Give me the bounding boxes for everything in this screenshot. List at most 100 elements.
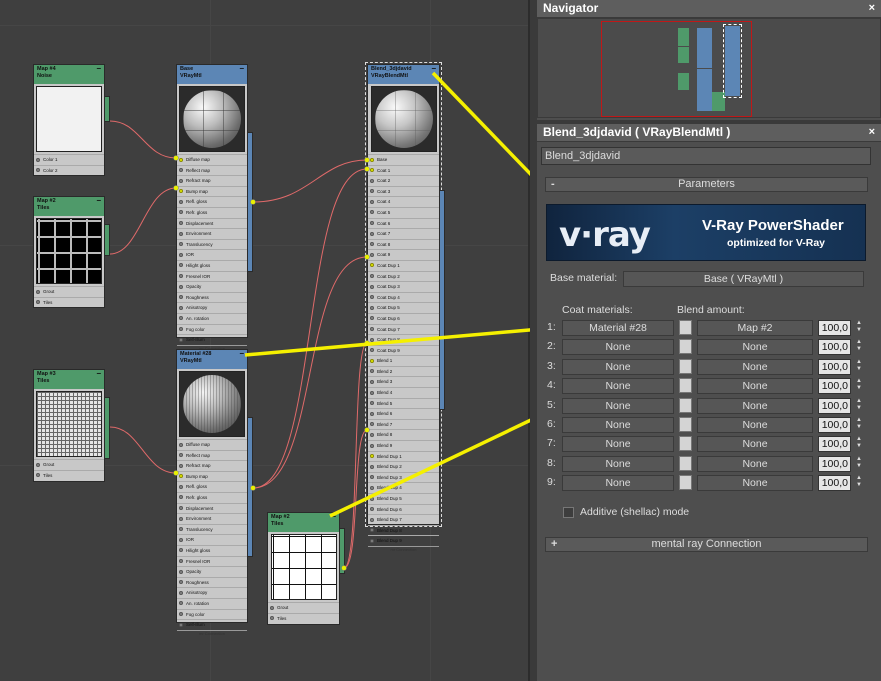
coat-color-swatch[interactable]: [679, 397, 692, 413]
base-material-button[interactable]: Base ( VRayMtl ): [623, 271, 864, 287]
spinner-arrows-icon[interactable]: ▲ ▼: [855, 417, 863, 433]
node-header[interactable]: Base VRayMtl −: [177, 65, 247, 84]
minimize-icon[interactable]: −: [96, 197, 101, 205]
slate-view-canvas[interactable]: Map #4 Noise − Color 1 Color 2 Map #2 Tiles…: [0, 0, 530, 681]
slot-hilight-gloss[interactable]: Hilight gloss: [177, 544, 247, 556]
slot-anisotropy[interactable]: Anisotropy: [177, 587, 247, 598]
output-port[interactable]: [104, 96, 110, 122]
coat-material-button[interactable]: None: [562, 378, 674, 395]
slot-blend-8[interactable]: Blend 8: [368, 429, 439, 440]
close-icon[interactable]: ×: [869, 124, 875, 141]
coat-color-swatch[interactable]: [679, 436, 692, 452]
slot-blend-7[interactable]: Blend 7: [368, 418, 439, 430]
slot-coat-7[interactable]: Coat 7: [368, 228, 439, 239]
node-header[interactable]: Map #2 Tiles −: [268, 513, 339, 532]
additive-checkbox[interactable]: [563, 507, 574, 518]
blend-amount-map-button[interactable]: None: [697, 358, 813, 375]
minimize-icon[interactable]: −: [239, 350, 244, 358]
coat-material-button[interactable]: None: [562, 475, 674, 492]
slot-blend-4[interactable]: Blend 4: [368, 387, 439, 398]
slot-refr-gloss[interactable]: Refr. gloss: [177, 491, 247, 503]
slot-refract-map[interactable]: Refract map: [177, 175, 247, 186]
slot-blend-dup-4[interactable]: Blend Dup 4: [368, 482, 439, 493]
output-port[interactable]: [104, 397, 110, 459]
blend-amount-spinner[interactable]: 100,0: [818, 378, 851, 395]
node-header[interactable]: Map #3 Tiles −: [34, 370, 104, 389]
slot-blend-dup-2[interactable]: Blend Dup 2: [368, 461, 439, 472]
output-port[interactable]: [339, 528, 345, 574]
blend-amount-spinner[interactable]: 100,0: [818, 397, 851, 414]
coat-color-swatch[interactable]: [679, 320, 692, 335]
slot-coat-2[interactable]: Coat 2: [368, 175, 439, 186]
slot-refl-gloss[interactable]: Refl. gloss: [177, 481, 247, 492]
slot-displacement[interactable]: Displacement: [177, 502, 247, 514]
coat-color-swatch[interactable]: [679, 455, 692, 471]
slot-an-rotation[interactable]: An. rotation: [177, 597, 247, 609]
blend-amount-spinner[interactable]: 100,0: [818, 339, 851, 356]
slot-tiles[interactable]: Tiles: [34, 469, 104, 481]
slot-blend-dup-8[interactable]: Blend Dup 8: [368, 524, 439, 536]
node-map2-tiles[interactable]: Map #2 Tiles − Grout Tiles: [33, 196, 105, 308]
slot-blend-dup-6[interactable]: Blend Dup 6: [368, 503, 439, 515]
mental-ray-rollout[interactable]: + mental ray Connection: [545, 537, 868, 552]
node-map3-tiles[interactable]: Map #3 Tiles − Grout Tiles: [33, 369, 105, 482]
slot-blend-dup-5[interactable]: Blend Dup 5: [368, 493, 439, 504]
minimize-icon[interactable]: −: [431, 65, 436, 73]
coat-material-button[interactable]: None: [562, 455, 674, 472]
slot-self-illum[interactable]: Self-Illum: [177, 619, 247, 630]
slot-coat-dup-8[interactable]: Coat Dup 8: [368, 334, 439, 345]
spinner-arrows-icon[interactable]: ▲ ▼: [855, 456, 863, 472]
slot-coat-dup-1[interactable]: Coat Dup 1: [368, 259, 439, 271]
slot-reflect-map[interactable]: Reflect map: [177, 164, 247, 176]
spinner-arrows-icon[interactable]: ▲ ▼: [855, 436, 863, 452]
slot-coat-dup-3[interactable]: Coat Dup 3: [368, 281, 439, 292]
slot-blend-3[interactable]: Blend 3: [368, 376, 439, 387]
blend-amount-spinner[interactable]: 100,0: [818, 417, 851, 433]
slot-blend-5[interactable]: Blend 5: [368, 397, 439, 409]
slot-refr-gloss[interactable]: Refr. gloss: [177, 206, 247, 218]
coat-color-swatch[interactable]: [679, 378, 692, 394]
coat-color-swatch[interactable]: [679, 475, 692, 491]
slot-blend-2[interactable]: Blend 2: [368, 365, 439, 377]
blend-amount-spinner[interactable]: 100,0: [818, 455, 851, 472]
blend-amount-spinner[interactable]: 100,0: [818, 475, 851, 492]
slot-translucency[interactable]: Translucency: [177, 523, 247, 535]
coat-material-button[interactable]: None: [562, 417, 674, 433]
slot-fog-color[interactable]: Fog color: [177, 323, 247, 335]
minimize-icon[interactable]: −: [96, 370, 101, 378]
slot-roughness[interactable]: Roughness: [177, 576, 247, 588]
slot-tiles[interactable]: Tiles: [268, 612, 339, 624]
node-header[interactable]: Blend_3djdavid VRayBlendMtl −: [368, 65, 439, 84]
minimize-icon[interactable]: −: [96, 65, 101, 73]
node-map2-tiles-instance[interactable]: Map #2 Tiles − Grout Tiles: [267, 512, 340, 625]
spinner-arrows-icon[interactable]: ▲ ▼: [855, 398, 863, 414]
blend-amount-map-button[interactable]: None: [697, 378, 813, 395]
parameters-rollout[interactable]: - Parameters: [545, 177, 868, 192]
navigator-titlebar[interactable]: Navigator ×: [537, 0, 881, 18]
minimize-icon[interactable]: −: [239, 65, 244, 73]
slot-coat-dup-6[interactable]: Coat Dup 6: [368, 312, 439, 324]
slot-environment[interactable]: Environment: [177, 228, 247, 239]
coat-material-button[interactable]: None: [562, 339, 674, 356]
slot-ior[interactable]: IOR: [177, 249, 247, 260]
slot-base[interactable]: Base: [368, 154, 439, 165]
slot-coat-4[interactable]: Coat 4: [368, 196, 439, 207]
slot-refl-gloss[interactable]: Refl. gloss: [177, 196, 247, 207]
slot-translucency[interactable]: Translucency: [177, 238, 247, 250]
slot-coat-6[interactable]: Coat 6: [368, 217, 439, 229]
slot-color1[interactable]: Color 1: [34, 154, 104, 165]
slot-roughness[interactable]: Roughness: [177, 291, 247, 303]
blend-amount-spinner[interactable]: 100,0: [818, 358, 851, 375]
navigator-view[interactable]: [537, 18, 881, 118]
node-blend-vrayblendmtl[interactable]: Blend_3djdavid VRayBlendMtl − Base Coat 1 Co…: [365, 62, 442, 552]
blend-amount-map-button[interactable]: None: [697, 436, 813, 453]
blend-amount-map-button[interactable]: None: [697, 417, 813, 433]
slot-color2[interactable]: Color 2: [34, 164, 104, 176]
node-base-vraymtl[interactable]: Base VRayMtl − Diffuse map Reflect map Refra…: [176, 64, 248, 351]
material-name-field[interactable]: Blend_3djdavid: [541, 147, 871, 165]
output-port[interactable]: [104, 224, 110, 256]
slot-grout[interactable]: Grout: [268, 602, 339, 613]
node-header[interactable]: Material #28 VRayMtl −: [177, 350, 247, 369]
slot-blend-9[interactable]: Blend 9: [368, 440, 439, 451]
slot-refract-map[interactable]: Refract map: [177, 460, 247, 471]
